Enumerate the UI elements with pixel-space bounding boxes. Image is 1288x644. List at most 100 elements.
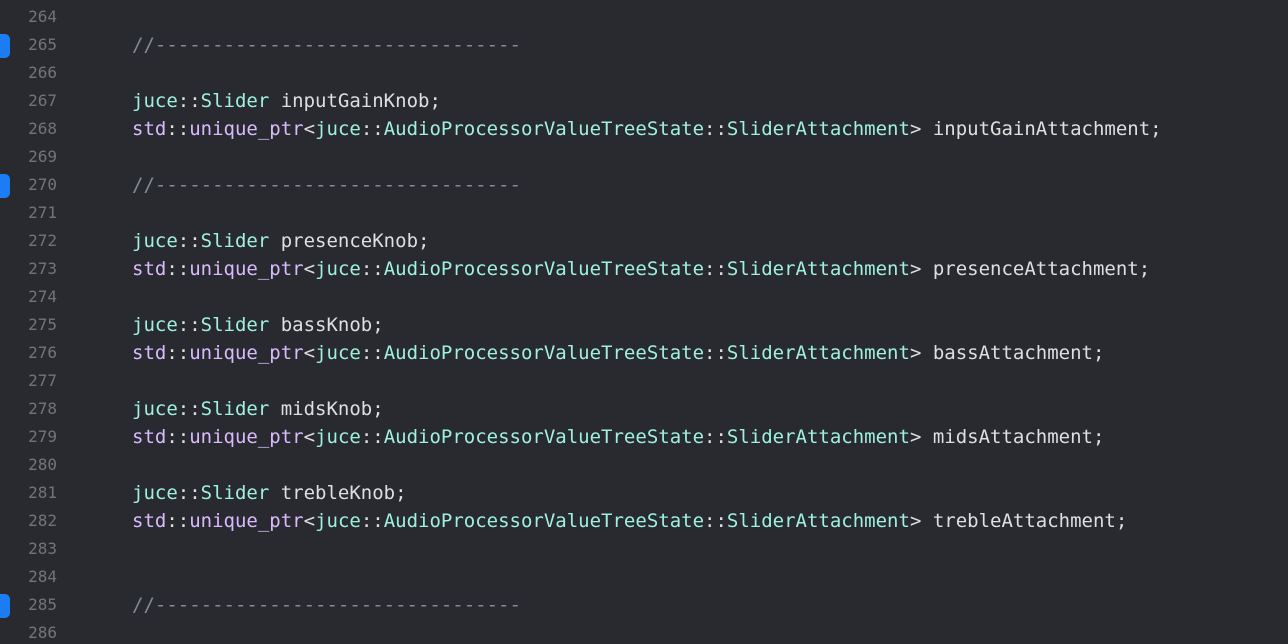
code-editor[interactable]: 264 265 //--------------------------------… — [0, 0, 1288, 644]
code-token: juce — [132, 398, 178, 420]
code-line[interactable]: 266 — [0, 59, 1288, 87]
code-line[interactable]: 281 juce::Slider trebleKnob; — [0, 479, 1288, 507]
code-token: :: — [360, 342, 384, 364]
code-token: juce — [132, 230, 178, 252]
code-token: :: — [704, 342, 727, 364]
line-number: 273 — [28, 259, 57, 278]
code-line[interactable]: 282 std::unique_ptr<juce::AudioProcessorV… — [0, 507, 1288, 535]
line-number: 264 — [28, 7, 57, 26]
code-text: juce::Slider inputGainKnob; — [132, 87, 441, 115]
code-token: :: — [166, 342, 190, 364]
code-text: //-------------------------------- — [132, 31, 521, 59]
code-token: > trebleAttachment; — [909, 510, 1128, 532]
code-token: std — [132, 510, 167, 532]
code-token: > inputGainAttachment; — [909, 118, 1162, 140]
code-text: std::unique_ptr<juce::AudioProcessorValu… — [132, 115, 1162, 143]
code-token: Slider — [200, 90, 270, 112]
code-line[interactable]: 271 — [0, 199, 1288, 227]
code-token: :: — [177, 314, 201, 336]
code-token: juce — [132, 314, 178, 336]
code-line[interactable]: 280 — [0, 451, 1288, 479]
code-line[interactable]: 276 std::unique_ptr<juce::AudioProcessorV… — [0, 339, 1288, 367]
code-text: juce::Slider midsKnob; — [132, 395, 384, 423]
code-line[interactable]: 279 std::unique_ptr<juce::AudioProcessorV… — [0, 423, 1288, 451]
code-token: juce — [315, 258, 361, 280]
line-number: 285 — [28, 595, 57, 614]
code-text: juce::Slider presenceKnob; — [132, 227, 429, 255]
code-line[interactable]: 278 juce::Slider midsKnob; — [0, 395, 1288, 423]
code-token: :: — [704, 118, 727, 140]
line-number: 265 — [28, 35, 57, 54]
code-token: Slider — [200, 398, 270, 420]
code-line[interactable]: 273 std::unique_ptr<juce::AudioProcessorV… — [0, 255, 1288, 283]
code-line[interactable]: 283 — [0, 535, 1288, 563]
line-number: 281 — [28, 483, 57, 502]
code-token: AudioProcessorValueTreeState — [383, 118, 705, 140]
code-text: //-------------------------------- — [132, 591, 521, 619]
code-token: < — [303, 510, 316, 532]
code-token: :: — [360, 510, 384, 532]
line-number: 270 — [28, 175, 57, 194]
line-number: 278 — [28, 399, 57, 418]
code-token: SliderAttachment — [726, 342, 910, 364]
code-line[interactable]: 264 — [0, 3, 1288, 31]
code-token: :: — [704, 426, 727, 448]
code-token: SliderAttachment — [726, 258, 910, 280]
code-token: SliderAttachment — [726, 426, 910, 448]
code-line[interactable]: 286 — [0, 619, 1288, 644]
code-line[interactable]: 277 — [0, 367, 1288, 395]
line-number: 283 — [28, 539, 57, 558]
code-token: std — [132, 258, 167, 280]
code-token: juce — [315, 118, 361, 140]
code-token: std — [132, 342, 167, 364]
code-token: Slider — [200, 230, 270, 252]
code-line[interactable]: 269 — [0, 143, 1288, 171]
code-token: > midsAttachment; — [909, 426, 1105, 448]
code-line[interactable]: 270 //-------------------------------- — [0, 171, 1288, 199]
code-line[interactable]: 274 — [0, 283, 1288, 311]
code-token: :: — [704, 258, 727, 280]
code-line[interactable]: 272 juce::Slider presenceKnob; — [0, 227, 1288, 255]
line-number: 282 — [28, 511, 57, 530]
code-token: :: — [166, 510, 190, 532]
code-token: :: — [360, 118, 384, 140]
code-token: unique_ptr — [189, 118, 304, 140]
code-token: juce — [315, 342, 361, 364]
code-token: inputGainKnob; — [269, 90, 441, 112]
code-line[interactable]: 275 juce::Slider bassKnob; — [0, 311, 1288, 339]
line-number: 279 — [28, 427, 57, 446]
code-token: < — [303, 258, 316, 280]
code-token: juce — [132, 482, 178, 504]
code-token: SliderAttachment — [726, 118, 910, 140]
line-number: 271 — [28, 203, 57, 222]
code-token: > presenceAttachment; — [909, 258, 1151, 280]
code-token: bassKnob; — [269, 314, 384, 336]
code-text: std::unique_ptr<juce::AudioProcessorValu… — [132, 507, 1127, 535]
code-token: AudioProcessorValueTreeState — [383, 510, 705, 532]
code-token: < — [303, 342, 316, 364]
code-token: juce — [132, 90, 178, 112]
code-token: SliderAttachment — [726, 510, 910, 532]
line-number: 276 — [28, 343, 57, 362]
code-token: midsKnob; — [269, 398, 384, 420]
code-token: juce — [315, 426, 361, 448]
code-line[interactable]: 265 //-------------------------------- — [0, 31, 1288, 59]
code-text: std::unique_ptr<juce::AudioProcessorValu… — [132, 423, 1104, 451]
code-token: :: — [704, 510, 727, 532]
code-token: Slider — [200, 314, 270, 336]
code-token: :: — [177, 398, 201, 420]
code-text: juce::Slider bassKnob; — [132, 311, 384, 339]
code-line[interactable]: 268 std::unique_ptr<juce::AudioProcessorV… — [0, 115, 1288, 143]
code-line[interactable]: 284 — [0, 563, 1288, 591]
code-token: unique_ptr — [189, 426, 304, 448]
code-line[interactable]: 267 juce::Slider inputGainKnob; — [0, 87, 1288, 115]
code-text: //-------------------------------- — [132, 171, 521, 199]
code-token: :: — [177, 230, 201, 252]
code-token: > bassAttachment; — [909, 342, 1105, 364]
line-number: 284 — [28, 567, 57, 586]
code-token: < — [303, 426, 316, 448]
line-number: 274 — [28, 287, 57, 306]
code-token: unique_ptr — [189, 342, 304, 364]
code-line[interactable]: 285 //-------------------------------- — [0, 591, 1288, 619]
line-number: 268 — [28, 119, 57, 138]
